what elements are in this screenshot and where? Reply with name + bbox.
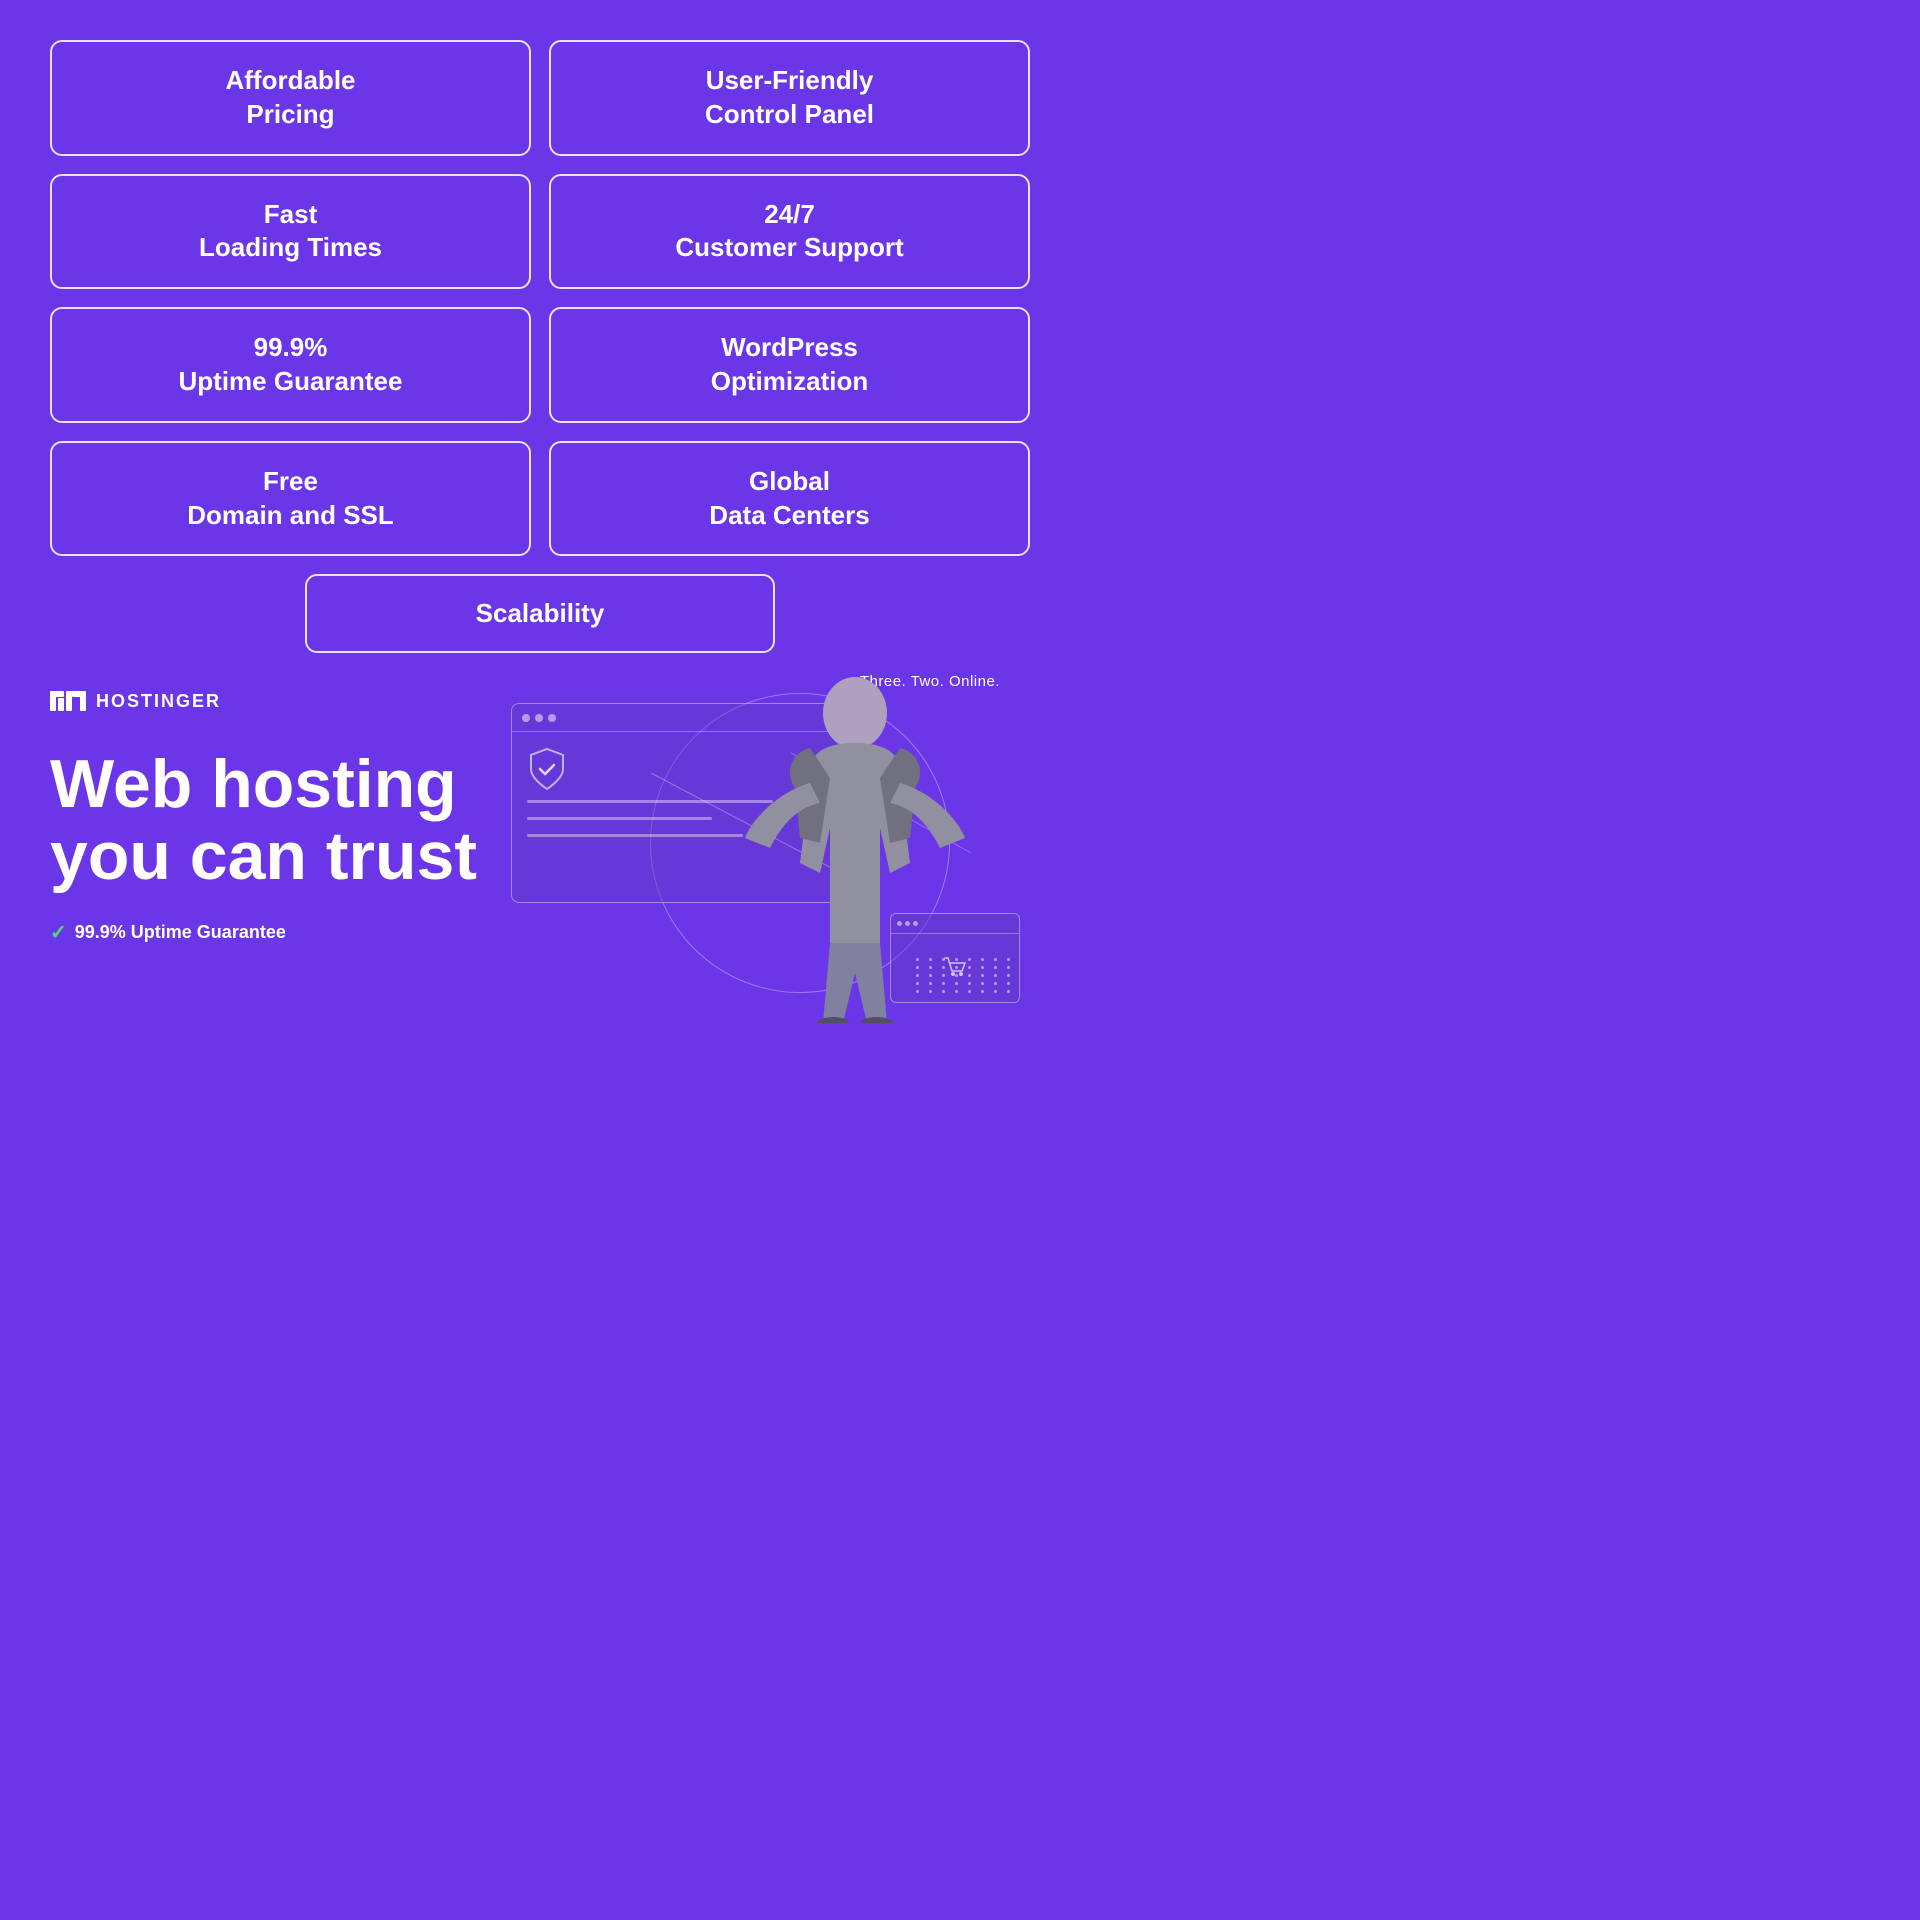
feature-customer-support: 24/7Customer Support: [549, 174, 1030, 290]
feature-affordable-pricing: AffordablePricing: [50, 40, 531, 156]
illustration-area: Three. Two. Online.: [491, 673, 1030, 1013]
tagline-line2: you can trust: [50, 818, 477, 894]
dot-pattern-item: [994, 958, 997, 961]
feature-uptime: 99.9%Uptime Guarantee: [50, 307, 531, 423]
browser-dot-2: [535, 714, 543, 722]
check-icon: ✓: [50, 920, 67, 945]
feature-wordpress: WordPressOptimization: [549, 307, 1030, 423]
dot-pattern-item: [1007, 982, 1010, 985]
dot-pattern-item: [994, 990, 997, 993]
dot-pattern-item: [981, 990, 984, 993]
line-bar-2: [527, 817, 712, 820]
dot-pattern-item: [981, 966, 984, 969]
feature-fast-loading: FastLoading Times: [50, 174, 531, 290]
dot-pattern-item: [1007, 958, 1010, 961]
browser-dot-1: [522, 714, 530, 722]
main-container: AffordablePricing User-FriendlyControl P…: [0, 0, 1080, 1080]
dot-pattern-item: [1007, 990, 1010, 993]
features-grid: AffordablePricing User-FriendlyControl P…: [50, 40, 1030, 556]
dot-pattern-item: [994, 974, 997, 977]
feature-free-domain: FreeDomain and SSL: [50, 441, 531, 557]
scalability-label: Scalability: [476, 598, 605, 628]
dot-pattern-item: [1007, 974, 1010, 977]
browser-dot-3: [548, 714, 556, 722]
uptime-badge: ✓ 99.9% Uptime Guarantee: [50, 920, 491, 945]
person-figure: [735, 663, 975, 1023]
dot-pattern-item: [981, 958, 984, 961]
dot-pattern-item: [981, 982, 984, 985]
tagline-line1: Web hosting: [50, 746, 457, 822]
logo-text: HOSTINGER: [96, 691, 221, 712]
bottom-left: HOSTINGER Web hosting you can trust ✓ 99…: [50, 673, 491, 945]
line-bar-3: [527, 834, 743, 837]
dot-pattern-item: [981, 974, 984, 977]
bottom-section: HOSTINGER Web hosting you can trust ✓ 99…: [50, 673, 1030, 1013]
dot-pattern-item: [994, 982, 997, 985]
logo-area: HOSTINGER: [50, 683, 491, 719]
feature-scalability: Scalability: [305, 574, 775, 653]
hostinger-logo-icon: [50, 683, 86, 719]
feature-user-friendly: User-FriendlyControl Panel: [549, 40, 1030, 156]
shield-icon: [527, 747, 567, 792]
feature-data-centers: GlobalData Centers: [549, 441, 1030, 557]
person-svg: [735, 663, 975, 1023]
scalability-row: Scalability: [50, 574, 1030, 653]
dot-pattern-item: [994, 966, 997, 969]
tagline: Web hosting you can trust: [50, 749, 491, 892]
uptime-badge-text: 99.9% Uptime Guarantee: [75, 922, 286, 943]
dot-pattern-item: [1007, 966, 1010, 969]
